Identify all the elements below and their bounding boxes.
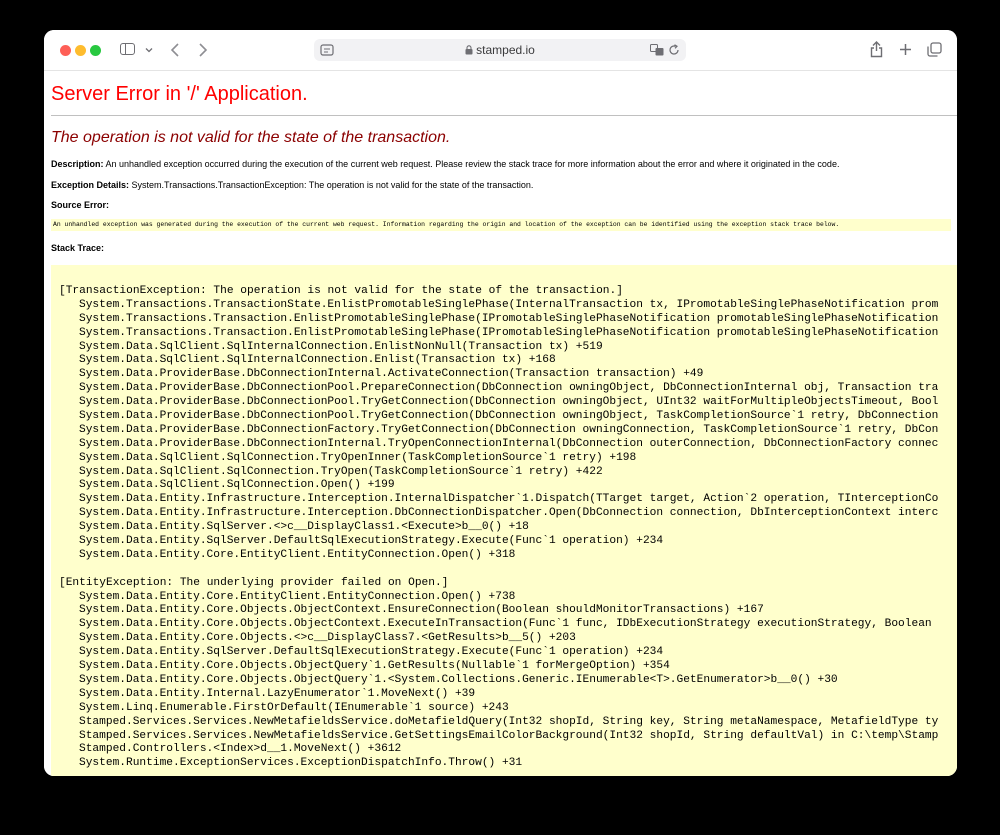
stack-frame: System.Data.ProviderBase.DbConnectionPoo… [79, 382, 939, 395]
stack-frame: Stamped.Services.Services.NewMetafieldsS… [79, 715, 939, 728]
source-error-box: An unhandled exception was generated dur… [51, 219, 951, 231]
stack-frame: System.Data.Entity.SqlServer.<>c__Displa… [79, 521, 529, 534]
stack-frame: System.Transactions.Transaction.EnlistPr… [79, 312, 939, 325]
exception-details-line: Exception Details: System.Transactions.T… [51, 180, 533, 190]
reload-icon[interactable] [668, 44, 680, 56]
source-error-line: Source Error: [51, 200, 109, 210]
stack-frame: System.Data.Entity.Core.Objects.ObjectCo… [79, 604, 764, 617]
stack-trace-label: Stack Trace: [51, 243, 105, 253]
translate-icon[interactable] [650, 44, 664, 56]
stack-frame: System.Data.ProviderBase.DbConnectionInt… [79, 368, 704, 381]
stack-frame: System.Transactions.TransactionState.Enl… [79, 298, 939, 311]
stack-frame: Stamped.Controllers.<Index>d__1.MoveNext… [79, 743, 402, 756]
description-label: Description: [51, 159, 104, 169]
stack-frame: System.Data.SqlClient.SqlConnection.Open… [79, 479, 395, 492]
sidebar-icon[interactable] [120, 43, 135, 55]
exception-details-label: Exception Details: [51, 180, 130, 190]
stack-frame: System.Data.Entity.Core.Objects.ObjectQu… [79, 673, 838, 686]
stack-frame: System.Data.SqlClient.SqlInternalConnect… [79, 340, 603, 353]
tabs-overview-icon[interactable] [927, 42, 942, 57]
stack-frame: System.Data.Entity.Core.Objects.ObjectQu… [79, 660, 670, 673]
source-error-text: An unhandled exception was generated dur… [53, 221, 840, 228]
stack-frame: System.Data.SqlClient.SqlConnection.TryO… [79, 451, 637, 464]
url-display: stamped.io [314, 43, 686, 57]
stack-frame: System.Data.Entity.Infrastructure.Interc… [79, 493, 939, 506]
exception-details-text: System.Transactions.TransactionException… [129, 180, 534, 190]
stack-frame: Stamped.Services.Services.NewMetafieldsS… [79, 729, 939, 742]
new-tab-icon[interactable] [899, 43, 912, 56]
stack-frame: System.Data.Entity.SqlServer.DefaultSqlE… [79, 646, 664, 659]
stack-frame: System.Data.Entity.Core.EntityClient.Ent… [79, 548, 516, 561]
chevron-down-icon[interactable] [145, 46, 153, 54]
stack-frame: System.Data.Entity.Infrastructure.Interc… [79, 507, 939, 520]
stack-frame: System.Runtime.ExceptionServices.Excepti… [79, 757, 523, 770]
title-divider [51, 115, 957, 116]
stack-frame: System.Data.SqlClient.SqlInternalConnect… [79, 354, 556, 367]
stack-trace-text: [TransactionException: The operation is … [59, 285, 938, 771]
stack-frame: System.Data.Entity.Core.Objects.ObjectCo… [79, 618, 932, 631]
back-icon[interactable] [170, 42, 180, 58]
zoom-window-button[interactable] [90, 45, 101, 56]
browser-toolbar: stamped.io [44, 30, 957, 71]
stack-frame: System.Data.ProviderBase.DbConnectionPoo… [79, 396, 939, 409]
browser-window: stamped.io Server Error in '/' Applicati [44, 30, 957, 776]
stack-frame: System.Data.ProviderBase.DbConnectionFac… [79, 423, 939, 436]
stack-frame: System.Data.ProviderBase.DbConnectionInt… [79, 437, 939, 450]
stack-block-gap [59, 563, 938, 577]
source-error-label: Source Error: [51, 200, 110, 210]
address-bar[interactable]: stamped.io [314, 39, 686, 61]
stack-frame: System.Data.SqlClient.SqlConnection.TryO… [79, 465, 603, 478]
stack-exception-header: [TransactionException: The operation is … [59, 285, 623, 297]
url-text: stamped.io [476, 43, 535, 57]
stack-frame: System.Transactions.Transaction.EnlistPr… [79, 326, 939, 339]
error-message: The operation is not valid for the state… [51, 129, 451, 146]
lock-icon [465, 45, 473, 55]
description-line: Description: An unhandled exception occu… [51, 159, 839, 169]
page-title: Server Error in '/' Application. [51, 83, 308, 105]
stack-frame: System.Data.ProviderBase.DbConnectionPoo… [79, 410, 939, 423]
stack-frame: System.Linq.Enumerable.FirstOrDefault(IE… [79, 701, 509, 714]
stack-trace-line: Stack Trace: [51, 243, 104, 253]
error-page: Server Error in '/' Application. The ope… [44, 71, 957, 776]
minimize-window-button[interactable] [75, 45, 86, 56]
stack-frame: System.Data.Entity.Core.Objects.<>c__Dis… [79, 632, 576, 645]
description-text: An unhandled exception occurred during t… [103, 159, 840, 169]
stack-exception-header: [EntityException: The underlying provide… [59, 576, 449, 589]
stack-frame: System.Data.Entity.Core.EntityClient.Ent… [79, 590, 516, 603]
close-window-button[interactable] [60, 45, 71, 56]
stack-frame: System.Data.Entity.Internal.LazyEnumerat… [79, 687, 476, 700]
share-icon[interactable] [870, 41, 883, 58]
forward-icon[interactable] [198, 42, 208, 58]
stack-trace-box: [TransactionException: The operation is … [51, 265, 957, 776]
stack-frame: System.Data.Entity.SqlServer.DefaultSqlE… [79, 535, 664, 548]
